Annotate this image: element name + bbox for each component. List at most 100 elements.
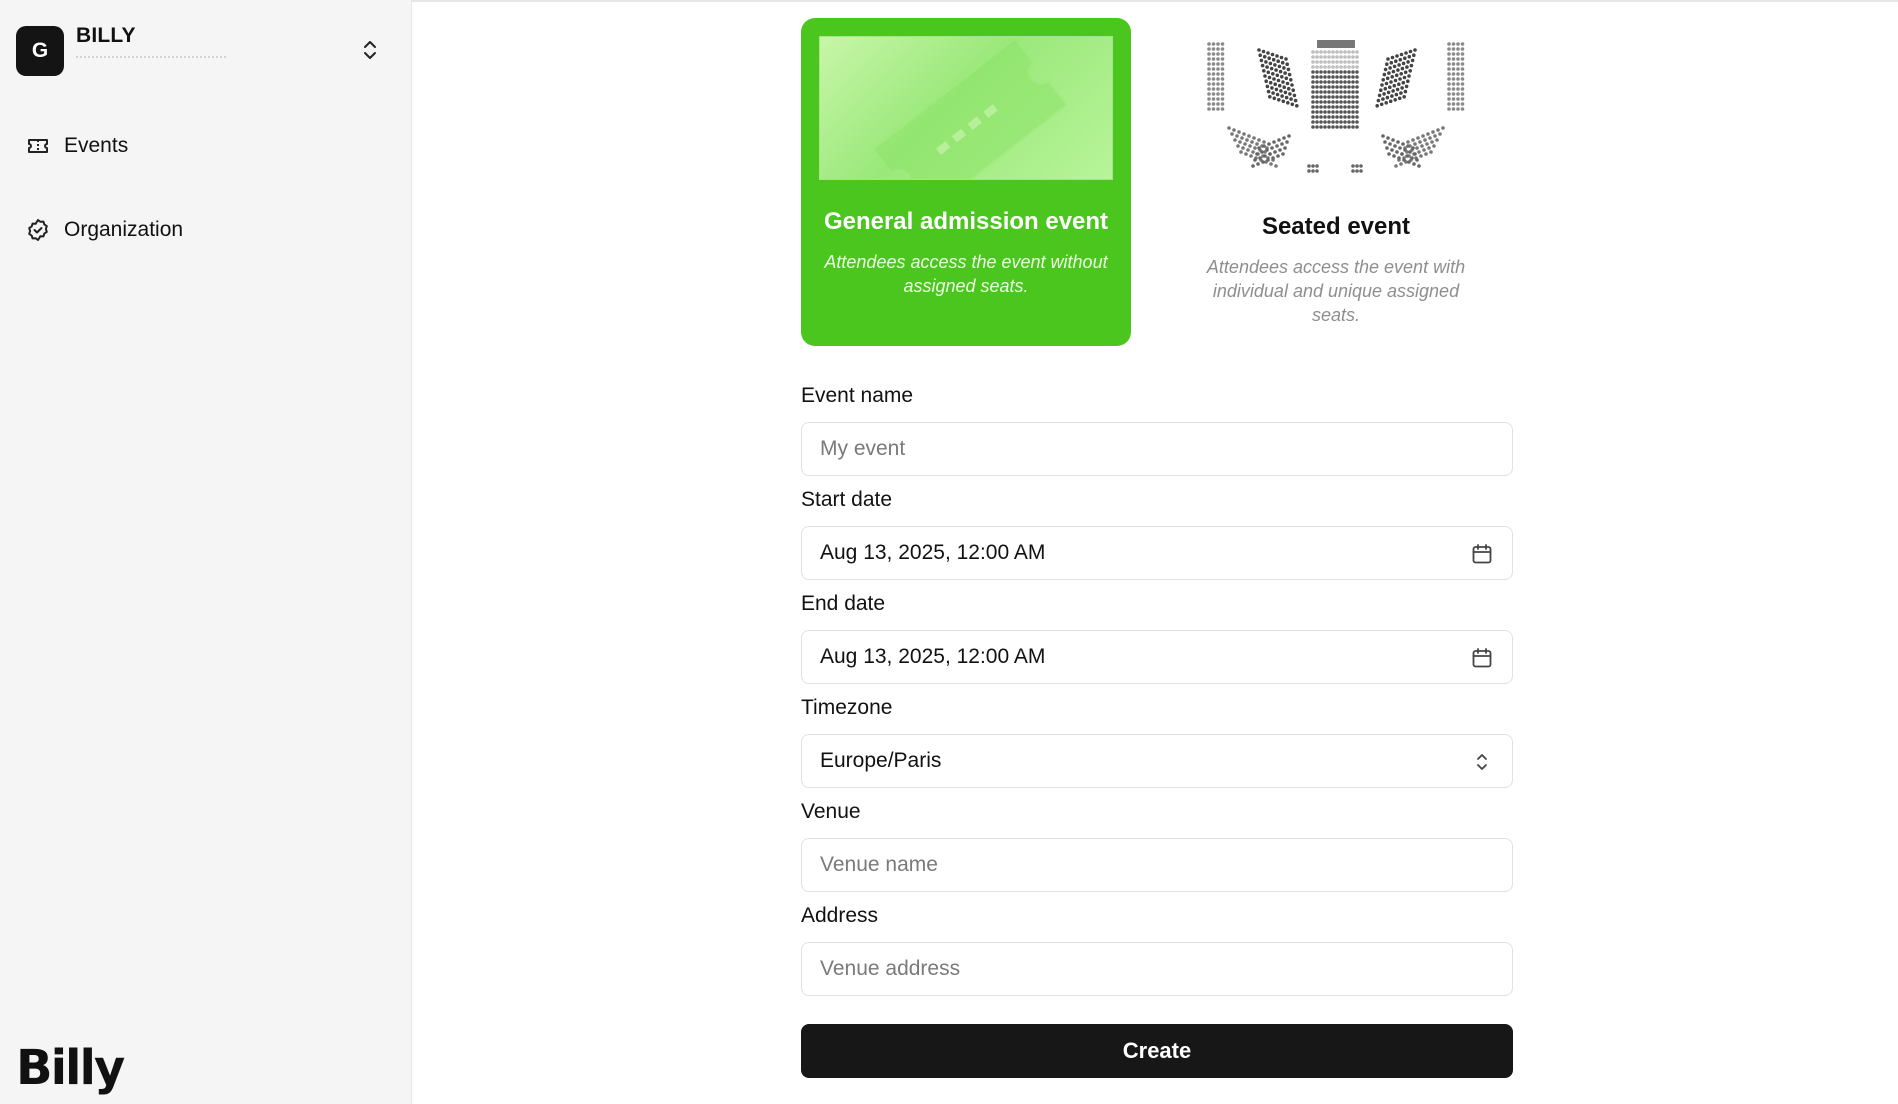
seat-dot: [1211, 47, 1216, 51]
sidebar-item-events[interactable]: Events: [16, 126, 396, 166]
create-event-form: Event name Start date Aug 13, 2025, 12:0…: [801, 384, 1513, 1078]
seat-dot: [1307, 169, 1311, 173]
seat-dot: [1220, 42, 1225, 46]
seat-dot: [1415, 158, 1419, 162]
seat-dot: [1315, 70, 1319, 74]
seat-dot: [1398, 57, 1403, 62]
seat-dot: [1295, 104, 1299, 108]
seat-dot: [1319, 55, 1323, 59]
seat-dot: [1273, 150, 1277, 154]
seat-dot: [1319, 125, 1323, 129]
chevron-up-down-icon: [364, 41, 376, 59]
seat-dot: [1447, 107, 1451, 111]
seat-dot: [1319, 65, 1323, 69]
seat-dot: [1388, 142, 1392, 146]
seat-dot: [1211, 67, 1216, 71]
sidebar-item-organization[interactable]: Organization: [16, 210, 396, 250]
start-date-field[interactable]: Aug 13, 2025, 12:00 AM: [801, 526, 1513, 580]
seat-dot: [1276, 154, 1280, 158]
general-admission-card[interactable]: General admission event Attendees access…: [801, 18, 1131, 346]
seat-dot: [1427, 146, 1431, 150]
seat-dot: [1408, 69, 1412, 73]
seat-dot: [1403, 148, 1407, 152]
seat-dot: [1456, 77, 1460, 81]
sidebar-nav: Events Organization: [16, 126, 396, 294]
seat-dot: [1355, 90, 1359, 94]
seat-dot: [1421, 134, 1425, 138]
seat-dot: [1311, 110, 1315, 114]
address-input[interactable]: [820, 957, 1420, 981]
seat-dot: [1335, 75, 1339, 79]
seat-dot: [1270, 146, 1274, 150]
seat-dot: [1383, 86, 1388, 91]
seat-dot: [1288, 92, 1292, 96]
seat-dot: [1327, 70, 1331, 74]
seat-dot: [1283, 90, 1288, 95]
seat-dot: [1260, 150, 1264, 154]
seat-dot: [1435, 138, 1439, 142]
seat-dot: [1266, 51, 1270, 55]
seat-dot: [1401, 142, 1405, 146]
seat-dot: [1257, 48, 1261, 52]
seat-dot: [1339, 85, 1343, 89]
event-name-input[interactable]: [820, 437, 1420, 461]
seat-dot: [1451, 102, 1456, 106]
org-text: BILLY: [76, 24, 226, 59]
create-button[interactable]: Create: [801, 1024, 1513, 1078]
seat-dot: [1355, 75, 1359, 79]
seat-dot: [1396, 140, 1400, 144]
seat-dot: [1387, 152, 1391, 156]
seat-dot: [1343, 50, 1347, 54]
seat-dot: [1335, 110, 1339, 114]
seat-dot: [1343, 110, 1347, 114]
seat-dot: [1275, 54, 1279, 58]
venue-input[interactable]: [820, 853, 1420, 877]
seat-dot: [1399, 52, 1404, 57]
seat-dot: [1216, 42, 1220, 46]
seat-dot: [1343, 95, 1347, 99]
seat-dot: [1275, 73, 1280, 78]
seat-dot: [1355, 100, 1359, 104]
seat-dot: [1291, 88, 1295, 92]
seat-dot: [1347, 115, 1351, 119]
seat-dot: [1220, 77, 1225, 81]
seat-dot: [1388, 85, 1392, 89]
seat-dot: [1382, 92, 1386, 96]
seat-dot: [1244, 152, 1248, 156]
seat-dot: [1262, 144, 1266, 148]
seat-dot: [1355, 120, 1359, 124]
seat-dot: [1382, 72, 1387, 77]
seat-dot: [1311, 164, 1315, 168]
seat-dot: [1243, 142, 1247, 146]
seat-dot: [1277, 138, 1281, 142]
sidebar: G BILLY Events Organization Billy: [0, 0, 412, 1104]
seat-dot: [1211, 42, 1216, 46]
seat-dot: [1395, 54, 1399, 58]
seat-dot: [1264, 79, 1268, 83]
event-type-selector: General admission event Attendees access…: [801, 18, 1513, 348]
seat-dot: [1413, 48, 1417, 52]
seat-dot: [1230, 132, 1234, 136]
end-date-field[interactable]: Aug 13, 2025, 12:00 AM: [801, 630, 1513, 684]
seat-dot: [1323, 115, 1327, 119]
calendar-icon[interactable]: [1470, 646, 1494, 670]
seated-event-card[interactable]: Seated event Attendees access the event …: [1171, 18, 1501, 346]
seat-dot: [1311, 75, 1315, 79]
seat-dot: [1253, 158, 1257, 162]
seat-dot: [1451, 82, 1456, 86]
seat-dot: [1331, 125, 1335, 129]
seat-dot: [1400, 86, 1404, 90]
org-switcher[interactable]: G BILLY: [16, 22, 392, 78]
seat-dot: [1417, 150, 1421, 154]
seat-dot: [1339, 120, 1343, 124]
seat-dot: [1311, 55, 1315, 59]
timezone-select[interactable]: Europe/Paris: [801, 734, 1513, 788]
seat-dot: [1398, 146, 1402, 150]
seat-dot: [1407, 54, 1412, 59]
seat-dot: [1315, 60, 1319, 64]
seat-dot: [1327, 115, 1331, 119]
seat-dot: [1392, 83, 1397, 88]
calendar-icon[interactable]: [1470, 542, 1494, 566]
seat-dot: [1220, 62, 1225, 66]
seat-dot: [1411, 146, 1415, 150]
